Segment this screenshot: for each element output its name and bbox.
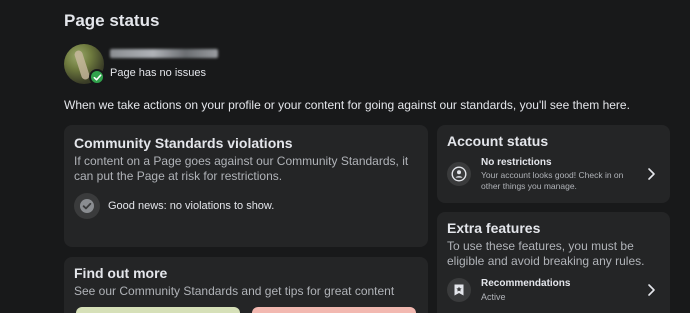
no-restrictions-title: No restrictions bbox=[481, 157, 552, 168]
recommendations-status: Active bbox=[481, 292, 506, 302]
find-out-more-card: Find out more See our Community Standard… bbox=[64, 257, 428, 313]
extra-features-title: Extra features bbox=[447, 220, 541, 236]
community-standards-thumbnail[interactable] bbox=[76, 307, 240, 313]
no-restrictions-description: Your account looks good! Check in on oth… bbox=[481, 170, 624, 191]
find-out-more-description: See our Community Standards and get tips… bbox=[74, 284, 395, 298]
page-profile[interactable]: Page has no issues bbox=[64, 44, 364, 85]
content-tips-thumbnail[interactable] bbox=[252, 307, 416, 313]
page-status-text: Page has no issues bbox=[110, 67, 207, 79]
community-standards-card: Community Standards violations If conten… bbox=[64, 125, 428, 247]
user-shield-icon bbox=[447, 162, 471, 186]
no-restrictions-row[interactable]: No restrictions Your account looks good!… bbox=[447, 157, 660, 192]
recommendations-icon bbox=[447, 278, 471, 302]
community-standards-description: If content on a Page goes against our Co… bbox=[74, 154, 409, 183]
check-circle-icon bbox=[74, 193, 100, 219]
intro-text: When we take actions on your profile or … bbox=[64, 98, 630, 112]
recommendations-label: Recommendations bbox=[481, 278, 571, 289]
no-violations-text: Good news: no violations to show. bbox=[108, 200, 275, 212]
extra-features-description: To use these features, you must be eligi… bbox=[447, 239, 645, 268]
chevron-right-icon[interactable] bbox=[646, 167, 656, 186]
page-name-redacted bbox=[110, 49, 218, 58]
find-out-more-title: Find out more bbox=[74, 265, 168, 281]
account-status-card: Account status No restrictions Your acco… bbox=[437, 125, 670, 203]
recommendations-row[interactable]: Recommendations Active bbox=[447, 278, 660, 302]
no-violations-row: Good news: no violations to show. bbox=[74, 193, 274, 219]
check-badge-icon bbox=[89, 69, 105, 85]
chevron-right-icon[interactable] bbox=[646, 283, 656, 302]
account-status-title: Account status bbox=[447, 133, 549, 149]
page-title: Page status bbox=[64, 11, 160, 30]
community-standards-title: Community Standards violations bbox=[74, 135, 293, 151]
extra-features-card: Extra features To use these features, yo… bbox=[437, 212, 670, 313]
